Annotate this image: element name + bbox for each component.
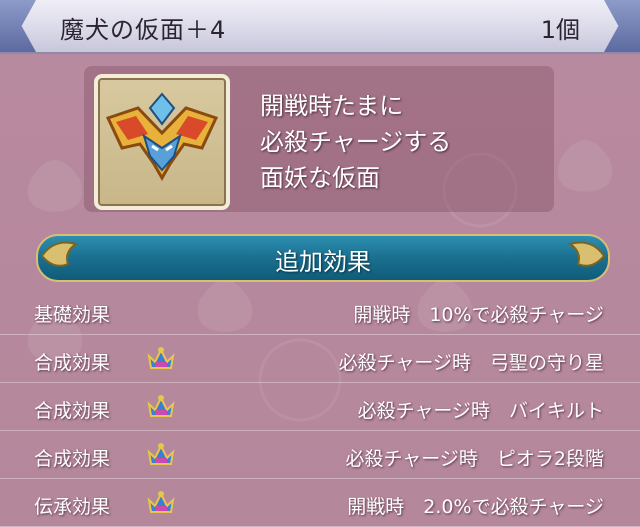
item-description-line: 面妖な仮面 [260,164,380,192]
effect-value: 必殺チャージ時 弓聖の守り星 [338,352,604,374]
title-bar-right-ornament [604,0,640,52]
mask-icon [105,92,219,182]
effect-row-0: 基礎効果 開戦時 10%で必殺チャージ [0,288,640,335]
effect-label: 基礎効果 [34,304,111,326]
item-description-line: 必殺チャージする [260,128,452,156]
item-description-line: 開戦時たまに [260,92,404,120]
title-bar: 魔犬の仮面＋4 1個 [0,0,640,54]
effect-row-3: 合成効果 必殺チャージ時 ピオラ2段階 [0,432,640,479]
effect-value: 必殺チャージ時 バイキルト [357,400,604,422]
title-bar-left-ornament [0,0,36,52]
effect-value: 必殺チャージ時 ピオラ2段階 [345,448,604,470]
header-right-ornament-icon [567,241,606,267]
effect-label: 合成効果 [34,352,111,374]
item-count: 1個 [540,16,580,44]
crown-icon [147,347,175,369]
item-description: 開戦時たまに 必殺チャージする 面妖な仮面 [260,88,451,196]
additional-effects-title: 追加効果 [275,248,371,276]
effect-row-2: 合成効果 必殺チャージ時 バイキルト [0,384,640,431]
additional-effects-header: 追加効果 [36,234,610,282]
effect-label: 合成効果 [34,400,111,422]
item-icon-frame [94,74,230,210]
effect-label: 合成効果 [34,448,111,470]
item-name: 魔犬の仮面＋4 [60,16,227,44]
effect-row-4: 伝承効果 開戦時 2.0%で必殺チャージ [0,480,640,527]
effect-value: 開戦時 10%で必殺チャージ [353,304,604,326]
crown-icon [147,443,175,465]
item-detail-panel: 開戦時たまに 必殺チャージする 面妖な仮面 [84,66,554,212]
effect-value: 開戦時 2.0%で必殺チャージ [347,496,604,518]
effect-label: 伝承効果 [34,496,111,518]
crown-icon [147,491,175,513]
crown-icon [147,395,175,417]
effect-row-1: 合成効果 必殺チャージ時 弓聖の守り星 [0,336,640,383]
